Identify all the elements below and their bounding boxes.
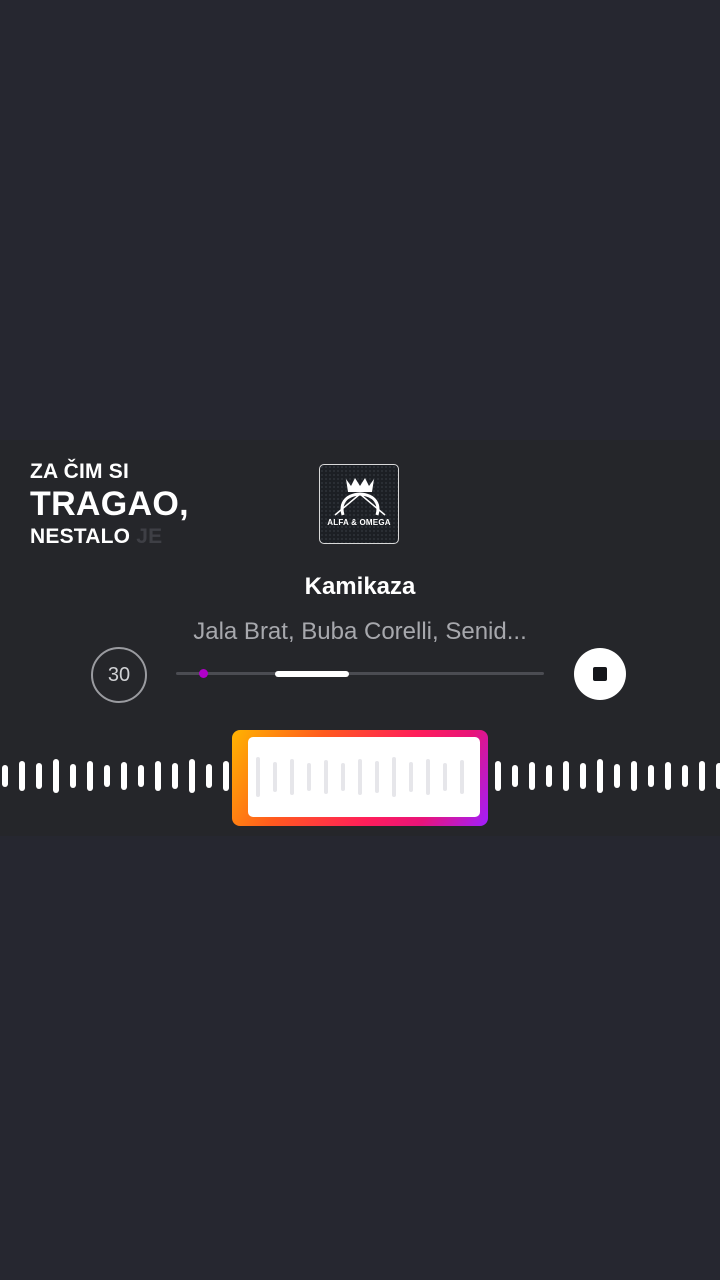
waveform-bar [36, 763, 42, 789]
waveform-bar [155, 761, 161, 791]
waveform-bar [358, 759, 362, 795]
waveform-bar [53, 759, 59, 793]
waveform-bar [614, 764, 620, 788]
playhead-dot [199, 669, 208, 678]
waveform-bar [648, 765, 654, 787]
waveform-bar [2, 765, 8, 787]
waveform-bar [699, 761, 705, 791]
song-artists: Jala Brat, Buba Corelli, Senid... [193, 618, 527, 645]
waveform-bar [443, 763, 447, 791]
album-cover: ALFA & OMEGA [319, 464, 399, 544]
waveform-bar [495, 761, 501, 791]
lyric-line: ZA ČIM SI [30, 460, 130, 483]
waveform-bar [324, 760, 328, 794]
selected-waveform [256, 757, 464, 797]
lyric-line: NESTALO JE [30, 522, 189, 552]
waveform-bar [546, 765, 552, 787]
lyric-word: NESTALO [30, 525, 131, 548]
waveform-bar [563, 761, 569, 791]
waveform-bar [409, 762, 413, 792]
waveform-bar [70, 764, 76, 788]
waveform-bar [426, 759, 430, 795]
waveform-bar [189, 759, 195, 793]
cover-title: ALFA & OMEGA [327, 518, 391, 527]
stop-icon [593, 667, 607, 681]
clip-selector-frame[interactable] [232, 730, 488, 826]
waveform-bar [104, 765, 110, 787]
waveform-bar [597, 759, 603, 793]
waveform-bar [682, 765, 688, 787]
waveform-bar [206, 764, 212, 788]
song-progress-track[interactable] [176, 669, 544, 678]
stop-button[interactable] [574, 648, 626, 700]
waveform-bar [375, 761, 379, 793]
clip-length-label: 30 [107, 663, 131, 686]
waveform-bar [512, 765, 518, 787]
waveform-bar [716, 763, 720, 789]
waveform-bar [392, 757, 396, 797]
waveform-bar [631, 761, 637, 791]
clip-length-button[interactable]: 30 [91, 647, 147, 703]
waveform-bar [223, 761, 229, 791]
waveform-bar [87, 761, 93, 791]
waveform-bar [580, 763, 586, 789]
song-title: Kamikaza [304, 573, 416, 600]
selected-clip-range[interactable] [275, 670, 349, 677]
waveform-bar [529, 762, 535, 790]
lyric-word-upcoming: JE [136, 525, 163, 548]
waveform-bar [138, 765, 144, 787]
waveform-bar [256, 757, 260, 797]
waveform-bar [172, 763, 178, 789]
waveform-bar [665, 762, 671, 790]
waveform-bar [273, 762, 277, 792]
lyric-line-current: TRAGAO, [30, 485, 189, 523]
clip-selector-window [248, 737, 480, 817]
crown-logo-icon [334, 478, 386, 516]
waveform-bar [19, 761, 25, 791]
waveform-bar [307, 763, 311, 791]
waveform-bar [290, 759, 294, 795]
waveform-bar [121, 762, 127, 790]
lyrics-preview[interactable]: ZA ČIM SI TRAGAO, NESTALO JE [30, 458, 189, 552]
waveform-bar [460, 760, 464, 794]
waveform-bar [341, 763, 345, 791]
